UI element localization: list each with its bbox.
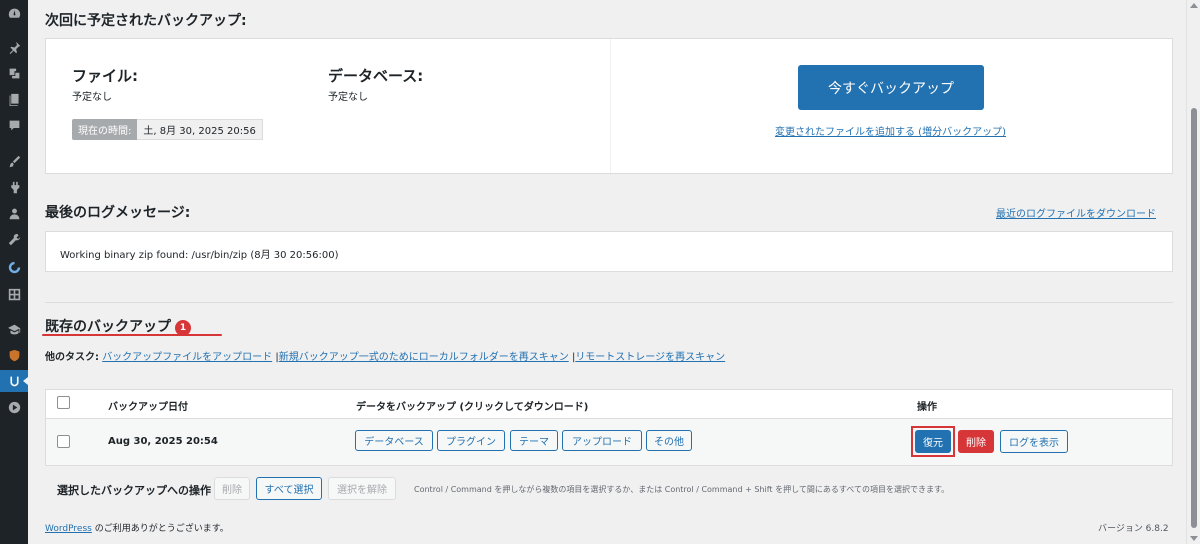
row-checkbox[interactable] [57, 435, 70, 448]
tools-icon[interactable] [0, 228, 28, 250]
delete-backup-button[interactable]: 削除 [958, 430, 994, 453]
backup-now-button[interactable]: 今すぐバックアップ [798, 65, 984, 110]
current-time-value: 土, 8月 30, 2025 20:56 [137, 119, 263, 140]
existing-backups-heading: 既存のバックアップ 1 [45, 316, 191, 336]
deselect-button[interactable]: 選択を解除 [328, 477, 396, 500]
next-backups-box [45, 38, 1173, 174]
rescan-remote-link[interactable]: リモートストレージを再スキャン [575, 352, 725, 363]
media-icon[interactable] [0, 62, 28, 84]
grid-icon[interactable] [0, 283, 28, 305]
log-message: Working binary zip found: /usr/bin/zip (… [60, 250, 339, 261]
comments-icon[interactable] [0, 114, 28, 136]
col-data-header: データをバックアップ (クリックしてダウンロード) [356, 402, 589, 413]
other-tasks-label: 他のタスク: [45, 352, 99, 363]
updraft-icon[interactable] [0, 370, 28, 392]
backups-table [45, 389, 1173, 466]
play-icon[interactable] [0, 396, 28, 418]
scroll-down-icon[interactable] [1190, 536, 1198, 541]
backup-plugin-icon[interactable] [0, 256, 28, 278]
existing-backups-title: 既存のバックアップ [45, 319, 171, 335]
files-label: ファイル: [72, 67, 138, 85]
footer-thanks-text: のご利用ありがとうございます。 [91, 524, 229, 534]
download-plugins-button[interactable]: プラグイン [437, 430, 505, 451]
page-scrollbar[interactable] [1186, 0, 1200, 544]
bulk-delete-button[interactable]: 削除 [214, 477, 250, 500]
database-label: データベース: [328, 67, 424, 85]
scroll-up-icon[interactable] [1190, 3, 1198, 8]
view-log-button[interactable]: ログを表示 [1000, 430, 1068, 453]
users-icon[interactable] [0, 202, 28, 224]
dashboard-icon[interactable] [0, 2, 28, 24]
plugins-icon[interactable] [0, 176, 28, 198]
scrollbar-thumb[interactable] [1191, 108, 1197, 528]
download-uploads-button[interactable]: アップロード [562, 430, 642, 451]
last-log-title: 最後のログメッセージ: [45, 205, 191, 221]
bulk-actions-label: 選択したバックアップへの操作 [57, 484, 211, 497]
annotation-underline [42, 334, 222, 336]
download-themes-button[interactable]: テーマ [510, 430, 558, 451]
incremental-backup-link[interactable]: 変更されたファイルを追加する (増分バックアップ) [775, 123, 1006, 138]
next-backups-title: 次回に予定されたバックアップ: [45, 13, 247, 29]
section-separator [45, 302, 1173, 303]
col-actions-header: 操作 [917, 402, 937, 413]
files-value: 予定なし [72, 92, 112, 103]
upload-backup-link[interactable]: バックアップファイルをアップロード [102, 352, 272, 363]
download-log-link[interactable]: 最近のログファイルをダウンロード [996, 205, 1156, 220]
pin-icon[interactable] [0, 36, 28, 58]
select-all-checkbox[interactable] [57, 396, 70, 409]
current-time-label: 現在の時間: [72, 119, 138, 140]
graduation-cap-icon[interactable] [0, 318, 28, 340]
download-database-button[interactable]: データベース [355, 430, 433, 451]
version-text: バージョン 6.8.2 [1098, 524, 1169, 534]
col-date-header: バックアップ日付 [108, 402, 188, 413]
box-divider [610, 39, 611, 173]
rescan-local-link[interactable]: 新規バックアップ一式のためにローカルフォルダーを再スキャン [279, 352, 569, 363]
selection-hint: Control / Command を押しながら複数の項目を選択するか、または … [414, 485, 950, 494]
appearance-icon[interactable] [0, 150, 28, 172]
database-value: 予定なし [328, 92, 368, 103]
restore-button[interactable]: 復元 [915, 430, 951, 453]
download-others-button[interactable]: その他 [646, 430, 692, 451]
other-tasks: 他のタスク: バックアップファイルをアップロード |新規バックアップ一式のために… [45, 348, 725, 363]
select-all-button[interactable]: すべて選択 [256, 477, 322, 500]
admin-sidebar [0, 0, 28, 544]
footer-thanks: WordPress のご利用ありがとうございます。 [45, 521, 229, 534]
backup-date: Aug 30, 2025 20:54 [108, 436, 218, 447]
current-time-badge: 現在の時間: 土, 8月 30, 2025 20:56 [72, 119, 263, 140]
wordpress-link[interactable]: WordPress [45, 524, 92, 534]
pages-icon[interactable] [0, 88, 28, 110]
shield-icon[interactable] [0, 344, 28, 366]
